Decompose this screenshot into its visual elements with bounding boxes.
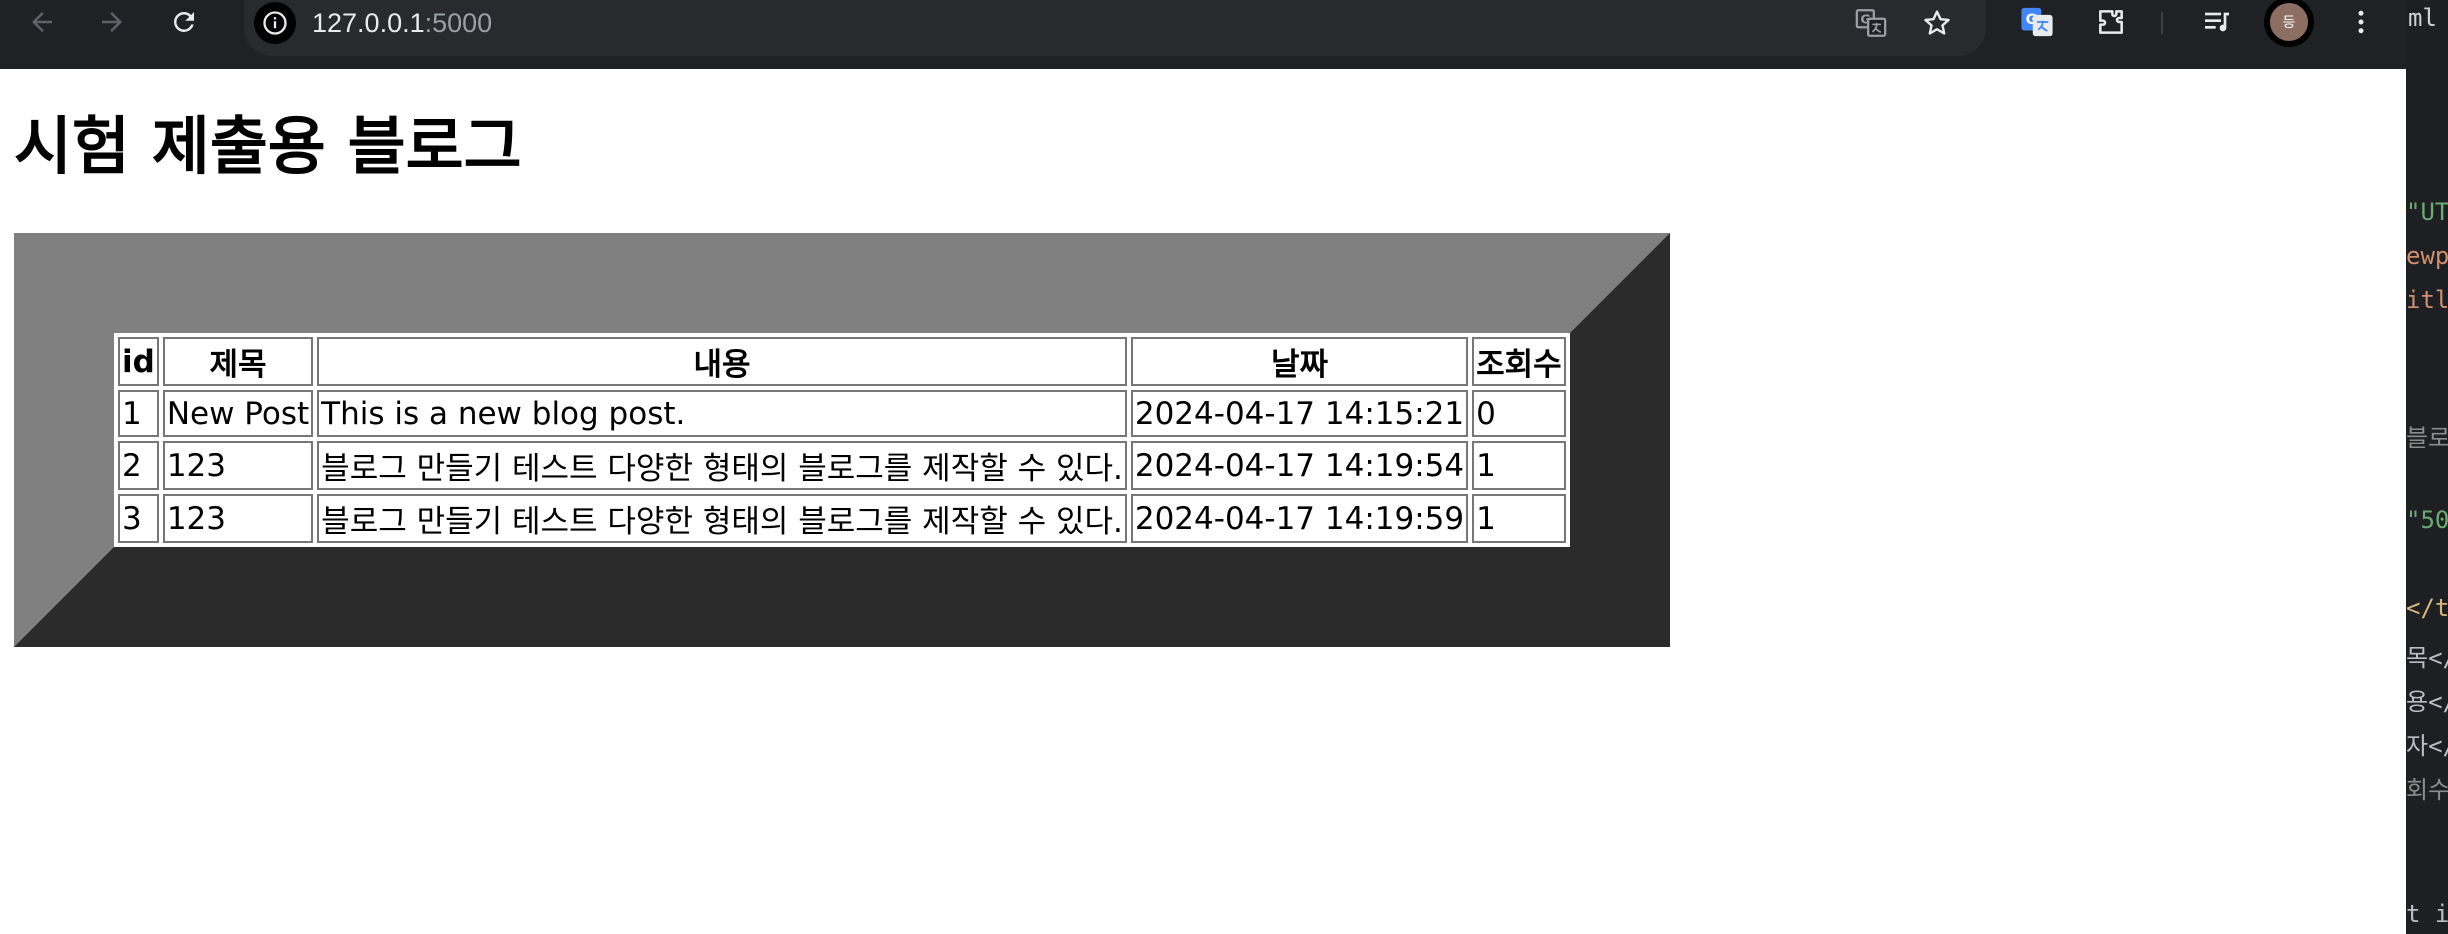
editor-line: 용</ xyxy=(2406,688,2448,716)
cell-title: 123 xyxy=(162,494,314,543)
table-row: 1 New Post This is a new blog post. 2024… xyxy=(118,390,1566,437)
column-header-id: id xyxy=(118,337,159,386)
table-row: 3 123 블로그 만들기 테스트 다양한 형태의 블로그를 제작할 수 있다.… xyxy=(118,494,1566,543)
cell-title: 123 xyxy=(162,441,314,490)
info-icon xyxy=(263,11,287,35)
editor-tab-label: ml xyxy=(2408,4,2437,32)
google-translate-extension-button[interactable]: G xyxy=(2012,0,2062,44)
extensions-button[interactable] xyxy=(2086,0,2136,44)
column-header-content: 내용 xyxy=(317,337,1127,386)
back-button[interactable] xyxy=(14,0,70,44)
cell-content: 블로그 만들기 테스트 다양한 형태의 블로그를 제작할 수 있다. xyxy=(317,441,1127,490)
table-header-row: id 제목 내용 날짜 조회수 xyxy=(118,337,1566,386)
code-editor-panel: ml "UT ewp itl 블로 "50 </t 목</ 용</ 자</ 회수… xyxy=(2406,0,2448,934)
cell-views: 1 xyxy=(1472,441,1566,490)
cell-content: This is a new blog post. xyxy=(317,390,1127,437)
cell-content: 블로그 만들기 테스트 다양한 형태의 블로그를 제작할 수 있다. xyxy=(317,494,1127,543)
editor-line: itl xyxy=(2406,286,2448,314)
media-controls-button[interactable] xyxy=(2192,0,2242,44)
cell-views: 1 xyxy=(1472,494,1566,543)
translate-page-button[interactable]: G xyxy=(1850,2,1892,44)
column-header-date: 날짜 xyxy=(1130,337,1469,386)
column-header-views: 조회수 xyxy=(1472,337,1566,386)
puzzle-icon xyxy=(2099,10,2123,34)
url-text[interactable]: 127.0.0.1:5000 xyxy=(312,2,492,44)
cell-date: 2024-04-17 14:15:21 xyxy=(1130,390,1469,437)
column-header-title: 제목 xyxy=(162,337,314,386)
cell-date: 2024-04-17 14:19:54 xyxy=(1130,441,1469,490)
page-title: 시험 제출용 블로그 xyxy=(14,110,522,183)
editor-line: </t xyxy=(2406,594,2448,622)
url-port: :5000 xyxy=(424,8,493,38)
forward-button[interactable] xyxy=(84,0,140,44)
editor-line: 회수 xyxy=(2406,776,2448,804)
editor-line: 자</ xyxy=(2406,732,2448,760)
editor-line: 블로 xyxy=(2406,424,2448,452)
translate-icon: G xyxy=(1855,9,1887,37)
editor-line: ewp xyxy=(2406,242,2448,270)
arrow-right-icon xyxy=(102,12,122,32)
editor-line: t i xyxy=(2406,900,2448,928)
cell-views: 0 xyxy=(1472,390,1566,437)
kebab-menu-icon xyxy=(2358,10,2364,34)
reload-button[interactable] xyxy=(156,0,212,44)
google-translate-icon: G xyxy=(2021,7,2053,37)
cell-id: 1 xyxy=(118,390,159,437)
media-queue-icon xyxy=(2205,12,2229,32)
star-icon xyxy=(1924,10,1950,35)
site-info-button[interactable] xyxy=(254,2,296,44)
editor-line: "50 xyxy=(2406,506,2448,534)
browser-toolbar: 127.0.0.1:5000 G G 등 xyxy=(0,0,2406,69)
cell-title: New Post xyxy=(162,390,314,437)
toolbar-separator xyxy=(2161,12,2163,34)
address-bar[interactable]: 127.0.0.1:5000 G xyxy=(244,0,1986,56)
editor-line: 목</ xyxy=(2406,644,2448,672)
cell-id: 3 xyxy=(118,494,159,543)
table-row: 2 123 블로그 만들기 테스트 다양한 형태의 블로그를 제작할 수 있다.… xyxy=(118,441,1566,490)
profile-button[interactable]: 등 xyxy=(2256,0,2322,47)
bookmark-button[interactable] xyxy=(1916,2,1958,44)
posts-table: id 제목 내용 날짜 조회수 1 New Post This is a new… xyxy=(14,233,1670,647)
cell-date: 2024-04-17 14:19:59 xyxy=(1130,494,1469,543)
browser-menu-button[interactable] xyxy=(2336,0,2386,44)
cell-id: 2 xyxy=(118,441,159,490)
arrow-left-icon xyxy=(32,12,52,32)
avatar: 등 xyxy=(2264,0,2314,47)
editor-line: "UT xyxy=(2406,198,2448,226)
url-host: 127.0.0.1 xyxy=(312,8,425,38)
reload-icon xyxy=(174,12,194,32)
